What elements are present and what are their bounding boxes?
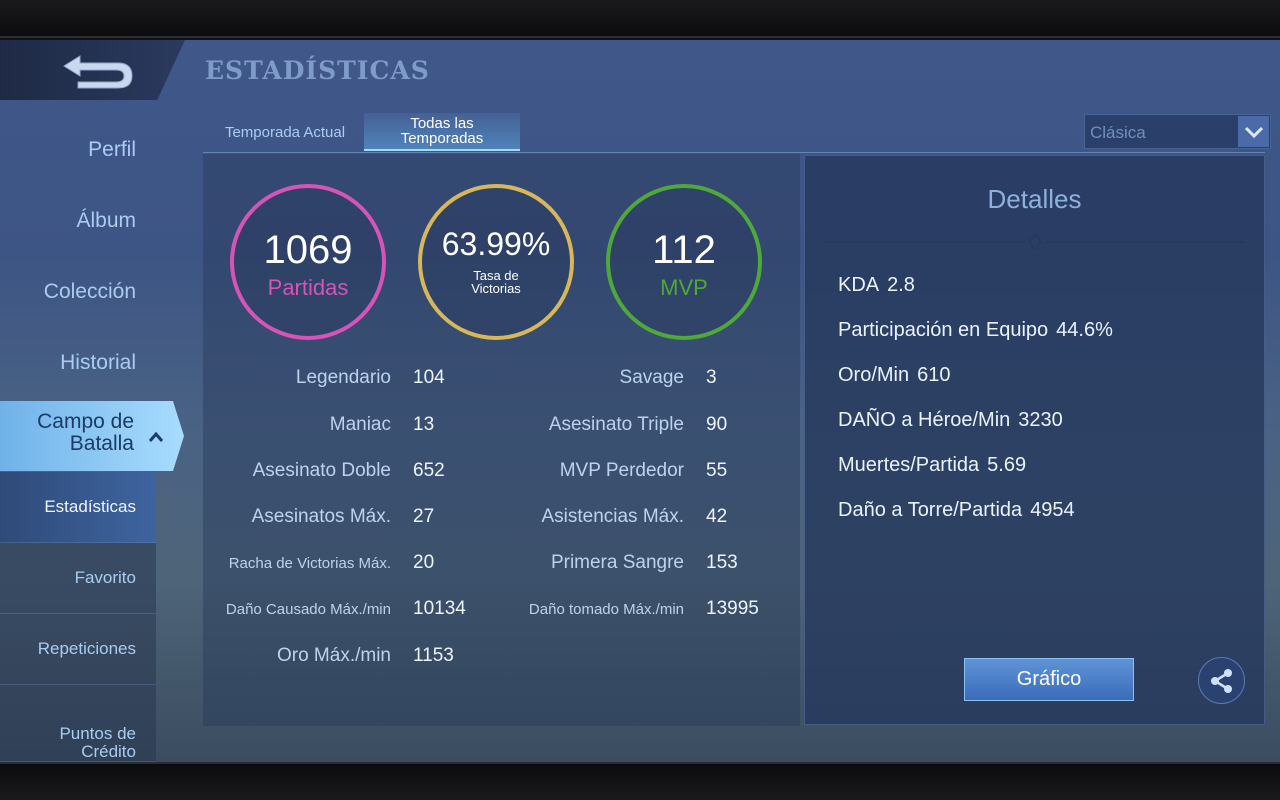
stat-value: 13 [413, 414, 435, 435]
tab-todas-las-temporadas[interactable]: Todas las Temporadas [364, 113, 520, 151]
ring-label: Partidas [267, 275, 349, 300]
sidebar-subitem-estadisticas[interactable]: Estadísticas [0, 472, 156, 543]
ring-label: Tasa de Victorias [422, 269, 570, 295]
detail-value: 5.69 [987, 454, 1027, 476]
ring-1: 63.99% Tasa de Victorias [418, 184, 574, 340]
detail-label: Participación en Equipo [838, 319, 1049, 341]
stat-label: Asesinato Doble [252, 460, 391, 481]
tab-divider [203, 152, 1265, 153]
detail-row: Oro/Min 610 [838, 364, 951, 387]
page-title: ESTADÍSTICAS [205, 56, 430, 85]
tab-label: Temporada Actual [224, 123, 346, 141]
stat-value: 1153 [413, 645, 454, 666]
details-title: Detalles [987, 184, 1082, 214]
stat-label: Asesinatos Máx. [251, 506, 391, 527]
back-button[interactable] [58, 50, 138, 92]
stat-value: 27 [413, 506, 435, 527]
stat-label: Primera Sangre [550, 552, 684, 573]
detail-label: Muertes/Partida [838, 454, 980, 476]
frame-top [0, 0, 1280, 38]
detail-row: Daño a Torre/Partida 4954 [838, 499, 1075, 522]
mode-select-value: Clásica [1090, 123, 1146, 142]
detail-value: 44.6% [1056, 319, 1113, 341]
frame-bottom [0, 762, 1280, 800]
share-icon [1210, 668, 1232, 693]
detail-value: 2.8 [887, 274, 915, 296]
stat-label: Savage [619, 367, 684, 388]
stat-label: Daño Causado Máx./min [225, 601, 391, 618]
sidebar-item-label: Puntos de [59, 724, 136, 743]
divider-ornament [825, 234, 1245, 250]
stat-value: 10134 [413, 598, 466, 619]
detail-row: DAÑO a Héroe/Min 3230 [838, 409, 1063, 432]
stat-label: Asesinato Triple [548, 414, 684, 435]
detail-value: 3230 [1018, 409, 1063, 431]
sidebar-subitem-favorito[interactable]: Favorito [0, 543, 156, 614]
stat-value: 153 [706, 552, 738, 573]
ring-label-line: Victorias [471, 281, 521, 296]
sidebar-item-label: Favorito [74, 568, 136, 587]
mode-select[interactable]: Clásica [1084, 114, 1271, 149]
grafico-button-label: Gráfico [1016, 668, 1082, 690]
ring-value: 1069 [263, 228, 353, 272]
sidebar-item-album[interactable]: Álbum [76, 209, 136, 233]
stat-value: 104 [413, 367, 445, 388]
chevron-up-icon [148, 431, 164, 442]
detail-row: Muertes/Partida 5.69 [838, 454, 1026, 477]
stat-label: Daño tomado Máx./min [528, 601, 684, 618]
sidebar-item-label: Crédito [81, 742, 136, 761]
detail-row: KDA 2.8 [838, 274, 915, 297]
ring-value: 63.99% [441, 226, 551, 262]
sidebar-item-label: Estadísticas [44, 497, 136, 516]
sidebar-item-coleccion[interactable]: Colección [44, 280, 136, 304]
detail-value: 4954 [1030, 499, 1075, 521]
chevron-down-icon [1238, 116, 1269, 147]
detail-value: 610 [917, 364, 951, 386]
sidebar-item-perfil[interactable]: Perfil [88, 138, 136, 162]
detail-label: DAÑO a Héroe/Min [838, 409, 1011, 431]
stat-value: 3 [706, 367, 717, 388]
ring-2: 112 MVP [606, 184, 762, 340]
details-panel: Detalles [804, 155, 1265, 725]
detail-row: Participación en Equipo 44.6% [838, 319, 1113, 342]
sidebar-item-label: Repeticiones [37, 639, 136, 658]
grafico-button[interactable]: Gráfico [964, 658, 1134, 701]
stat-value: 90 [706, 414, 728, 435]
stat-value: 20 [413, 552, 435, 573]
sidebar-subitem-puntos-de-credito[interactable]: Puntos de Crédito [0, 685, 156, 762]
tab-label: Temporadas [400, 130, 484, 147]
stat-value: 55 [706, 460, 728, 481]
stat-label: Racha de Victorias Máx. [228, 555, 391, 572]
stat-label: MVP Perdedor [559, 460, 684, 481]
ring-value: 112 [652, 228, 716, 272]
sidebar-item-label: Batalla [69, 432, 134, 455]
stat-value: 13995 [706, 598, 759, 619]
detail-label: Oro/Min [838, 364, 910, 386]
tab-temporada-actual[interactable]: Temporada Actual [210, 113, 360, 151]
detail-label: KDA [838, 274, 880, 296]
stat-label: Maniac [329, 414, 391, 435]
share-button[interactable] [1198, 657, 1245, 704]
ring-label: MVP [660, 275, 708, 300]
sidebar-item-label: Campo de [37, 410, 134, 433]
sidebar-subitem-repeticiones[interactable]: Repeticiones [0, 614, 156, 685]
back-arrow-icon [63, 55, 133, 89]
stat-label: Legendario [295, 367, 391, 388]
tab-label: Todas las [410, 115, 474, 132]
detail-label: Daño a Torre/Partida [838, 499, 1023, 521]
stat-label: Oro Máx./min [276, 645, 391, 666]
ring-0: 1069 Partidas [230, 184, 386, 340]
stat-label: Asistencias Máx. [541, 506, 684, 527]
sidebar-item-campo-de-batalla[interactable]: Campo de Batalla [0, 401, 184, 471]
stat-value: 652 [413, 460, 445, 481]
sidebar-item-historial[interactable]: Historial [60, 351, 136, 375]
stat-value: 42 [706, 506, 728, 527]
